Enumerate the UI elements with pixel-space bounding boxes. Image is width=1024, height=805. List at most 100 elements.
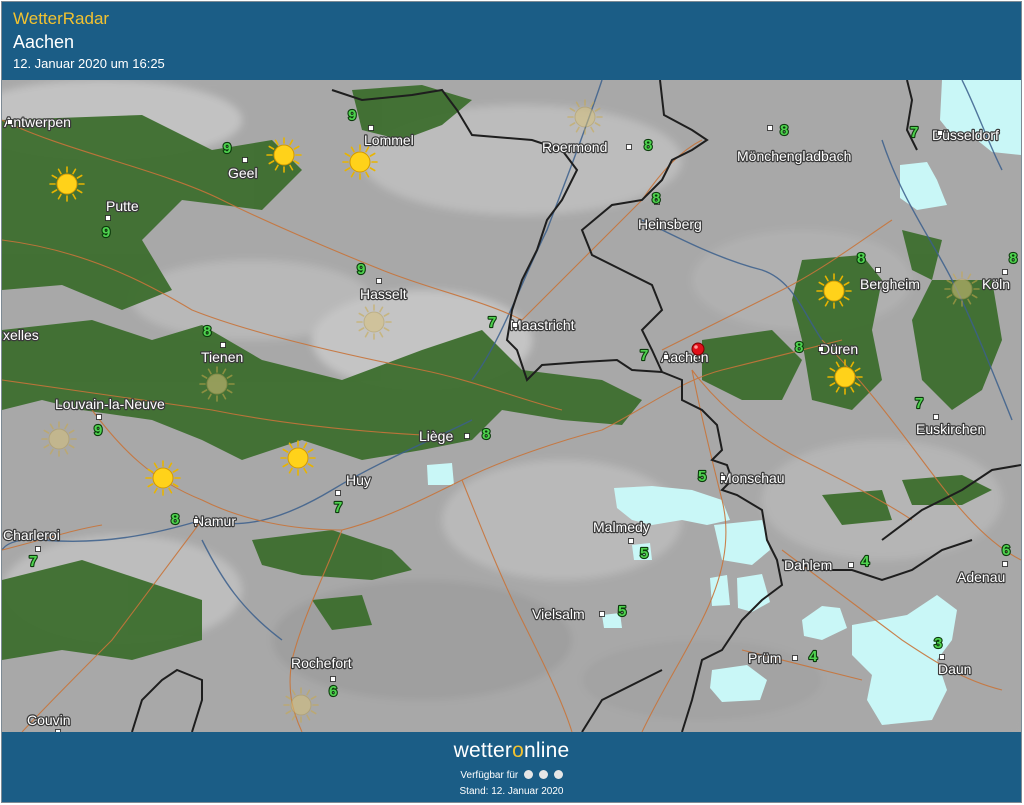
city-adenau[interactable]: Adenau	[956, 568, 1007, 586]
city-dot	[628, 538, 634, 544]
city-label: Rochefort	[291, 655, 352, 671]
temperature-value: 8	[171, 511, 179, 528]
update-stamp: Stand: 12. Januar 2020	[459, 786, 564, 797]
city-dahlem[interactable]: Dahlem	[783, 556, 834, 574]
city-dot	[330, 676, 336, 682]
city-label: Daun	[938, 661, 971, 677]
city-rochefort[interactable]: Rochefort	[290, 654, 353, 672]
temperature-value: 5	[698, 468, 706, 485]
android-icon[interactable]	[524, 770, 534, 779]
city-dot	[335, 490, 341, 496]
city-label: Lommel	[364, 132, 414, 148]
location-name: Aachen	[13, 32, 75, 52]
temperature-value: 7	[910, 124, 918, 141]
city-hasselt[interactable]: Hasselt	[359, 285, 408, 303]
city-dot	[1002, 561, 1008, 567]
city-dot	[368, 125, 374, 131]
logo-highlight: o	[512, 739, 524, 762]
header-bar: WetterRadar Aachen 12. Januar 2020 um 16…	[2, 2, 1021, 80]
temperature-value: 5	[618, 603, 626, 620]
city-maastricht[interactable]: Maastricht	[509, 316, 576, 334]
availability-line: Verfügbar für	[2, 770, 1021, 781]
city-lommel[interactable]: Lommel	[363, 131, 415, 149]
temperature-value: 8	[644, 137, 652, 154]
city-dot	[939, 654, 945, 660]
city-label: Köln	[982, 276, 1010, 292]
city-dot	[193, 518, 199, 524]
city-tienen[interactable]: Tienen	[200, 348, 245, 366]
wetteronline-logo[interactable]: wetteronline	[2, 739, 1021, 763]
city-dot	[933, 414, 939, 420]
city-label: Euskirchen	[916, 421, 985, 437]
apple-icon[interactable]	[538, 770, 548, 779]
city-dot	[663, 354, 669, 360]
app-title: WetterRadar	[13, 9, 110, 28]
logo-suffix: nline	[523, 739, 570, 762]
city-charleroi[interactable]: Charleroi	[2, 526, 61, 544]
temperature-value: 7	[29, 553, 37, 570]
city-geel[interactable]: Geel	[227, 164, 259, 182]
city-bergheim[interactable]: Bergheim	[859, 275, 921, 293]
city-couvin[interactable]: Couvin	[26, 711, 72, 729]
city-daun[interactable]: Daun	[937, 660, 973, 678]
city-label: Düren	[820, 341, 858, 357]
city-dot	[792, 655, 798, 661]
city-namur[interactable]: Namur	[193, 512, 238, 530]
temperature-value: 5	[640, 545, 648, 562]
temperature-value: 9	[102, 224, 110, 241]
temperature-value: 8	[795, 339, 803, 356]
city-monschau[interactable]: Monschau	[719, 469, 786, 487]
temperature-value: 7	[640, 347, 648, 364]
footer-bar: wetteronline Verfügbar für Stand: 12. Ja…	[2, 732, 1021, 802]
city-huy[interactable]: Huy	[345, 471, 372, 489]
city-dot	[767, 125, 773, 131]
city-label: Huy	[346, 472, 371, 488]
temperature-value: 4	[809, 648, 818, 665]
city-prüm[interactable]: Prüm	[747, 649, 783, 667]
city-malmedy[interactable]: Malmedy	[592, 518, 651, 536]
temperature-value: 9	[223, 140, 231, 157]
city-label: Malmedy	[593, 519, 650, 535]
city-dot	[875, 267, 881, 273]
city-label: Adenau	[957, 569, 1005, 585]
city-dot	[937, 130, 943, 136]
city-dot	[105, 215, 111, 221]
city-heinsberg[interactable]: Heinsberg	[637, 215, 703, 233]
city-düren[interactable]: Düren	[819, 340, 860, 358]
temperature-value: 8	[1009, 250, 1017, 267]
city-dot	[512, 322, 518, 328]
city-dot	[599, 611, 605, 617]
city-dot	[242, 157, 248, 163]
temperature-value: 7	[488, 314, 496, 331]
city-label: Mönchengladbach	[737, 148, 851, 164]
temperature-value: 8	[482, 426, 490, 443]
city-roermond[interactable]: Roermond	[541, 138, 609, 156]
temperature-value: 3	[934, 635, 942, 652]
city-label: Namur	[194, 513, 236, 529]
city-putte[interactable]: Putte	[105, 197, 140, 215]
city-mönchengladbach[interactable]: Mönchengladbach	[736, 147, 853, 165]
city-louvain-la-neuve[interactable]: Louvain-la-Neuve	[54, 395, 166, 413]
windows-icon[interactable]	[553, 770, 563, 779]
city-euskirchen[interactable]: Euskirchen	[915, 420, 987, 438]
city-label: Monschau	[720, 470, 785, 486]
city-label: Maastricht	[510, 317, 575, 333]
temperature-value: 9	[357, 261, 365, 278]
city-dot	[96, 414, 102, 420]
logo-prefix: wetter	[453, 739, 513, 762]
city-label: Charleroi	[3, 527, 60, 543]
map-canvas[interactable]: Antwerpen Lommel Roermond Mönchengladbach Dü…	[2, 80, 1021, 732]
weather-map[interactable]: Antwerpen Lommel Roermond Mönchengladbach Dü…	[2, 80, 1021, 732]
city-li-ge[interactable]: Liège	[418, 427, 455, 445]
temperature-value: 6	[329, 683, 337, 700]
city-dot	[720, 475, 726, 481]
city-dot	[376, 278, 382, 284]
city-antwerpen[interactable]: Antwerpen	[3, 113, 72, 131]
city-dot	[220, 342, 226, 348]
app-window: WetterRadar Aachen 12. Januar 2020 um 16…	[1, 1, 1022, 803]
city-xelles[interactable]: xelles	[2, 326, 40, 344]
city-dot	[35, 546, 41, 552]
city-label: Liège	[419, 428, 453, 444]
city-köln[interactable]: Köln	[981, 275, 1011, 293]
city-vielsalm[interactable]: Vielsalm	[531, 605, 586, 623]
